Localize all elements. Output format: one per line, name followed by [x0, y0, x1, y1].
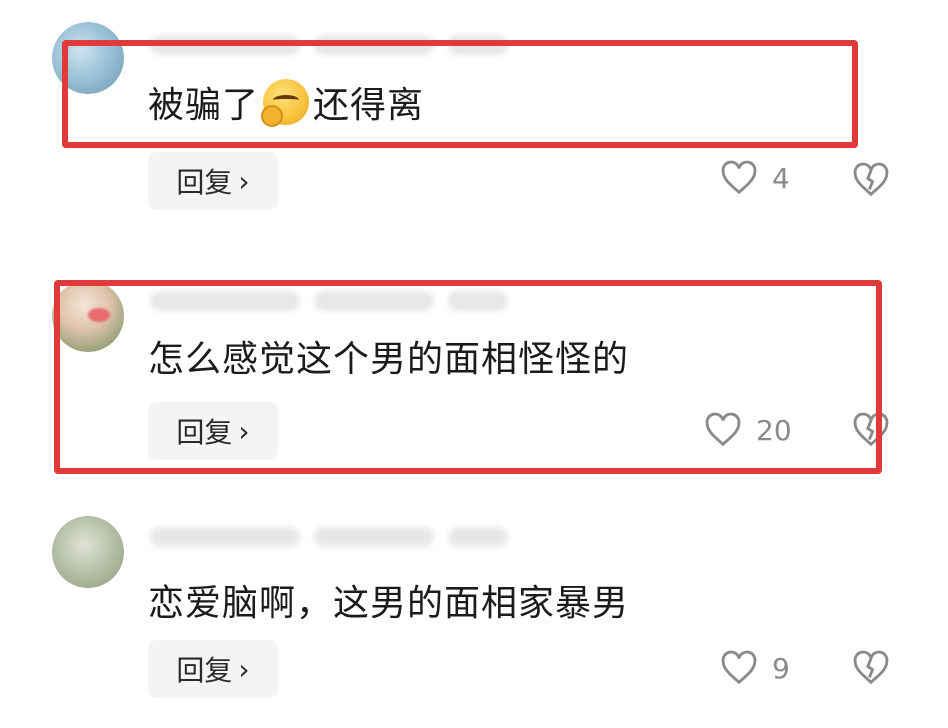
dislike-button[interactable]	[852, 162, 890, 198]
chevron-right-icon: ›	[238, 652, 250, 686]
comment-text: 怎么感觉这个男的面相怪怪的	[148, 339, 630, 380]
like-count: 4	[772, 161, 790, 195]
comment-text: 恋爱脑啊，这男的面相家暴男	[148, 583, 630, 624]
reply-label: 回复	[176, 654, 233, 687]
comment-meta-blurred	[150, 290, 508, 312]
like-button[interactable]: 4	[720, 160, 790, 196]
comment-text-part: 还得离	[313, 85, 425, 126]
reply-label: 回复	[176, 416, 233, 449]
comment-meta-blurred	[150, 526, 508, 548]
smirk-emoji-icon	[261, 79, 310, 127]
comment-text: 被骗了 还得离	[148, 76, 424, 128]
avatar[interactable]	[52, 280, 124, 352]
dislike-button[interactable]	[852, 650, 890, 686]
dislike-button[interactable]	[852, 412, 890, 448]
reply-button[interactable]: 回复 ›	[148, 402, 278, 460]
broken-heart-icon	[853, 650, 889, 685]
like-count: 20	[756, 413, 792, 447]
reply-label: 回复	[176, 166, 233, 199]
avatar[interactable]	[52, 516, 124, 588]
heart-outline-icon	[721, 650, 757, 685]
like-count: 9	[772, 651, 790, 685]
chevron-right-icon: ›	[238, 414, 250, 448]
comment-text-part: 被骗了	[148, 85, 260, 126]
like-button[interactable]: 9	[720, 650, 790, 686]
reply-button[interactable]: 回复 ›	[148, 640, 278, 698]
chevron-right-icon: ›	[238, 164, 250, 198]
comment-meta-blurred	[150, 34, 508, 56]
reply-button[interactable]: 回复 ›	[148, 152, 278, 210]
heart-outline-icon	[721, 160, 757, 195]
broken-heart-icon	[853, 412, 889, 447]
like-button[interactable]: 20	[704, 412, 792, 448]
broken-heart-icon	[853, 162, 889, 197]
avatar[interactable]	[52, 22, 124, 94]
heart-outline-icon	[705, 412, 741, 447]
